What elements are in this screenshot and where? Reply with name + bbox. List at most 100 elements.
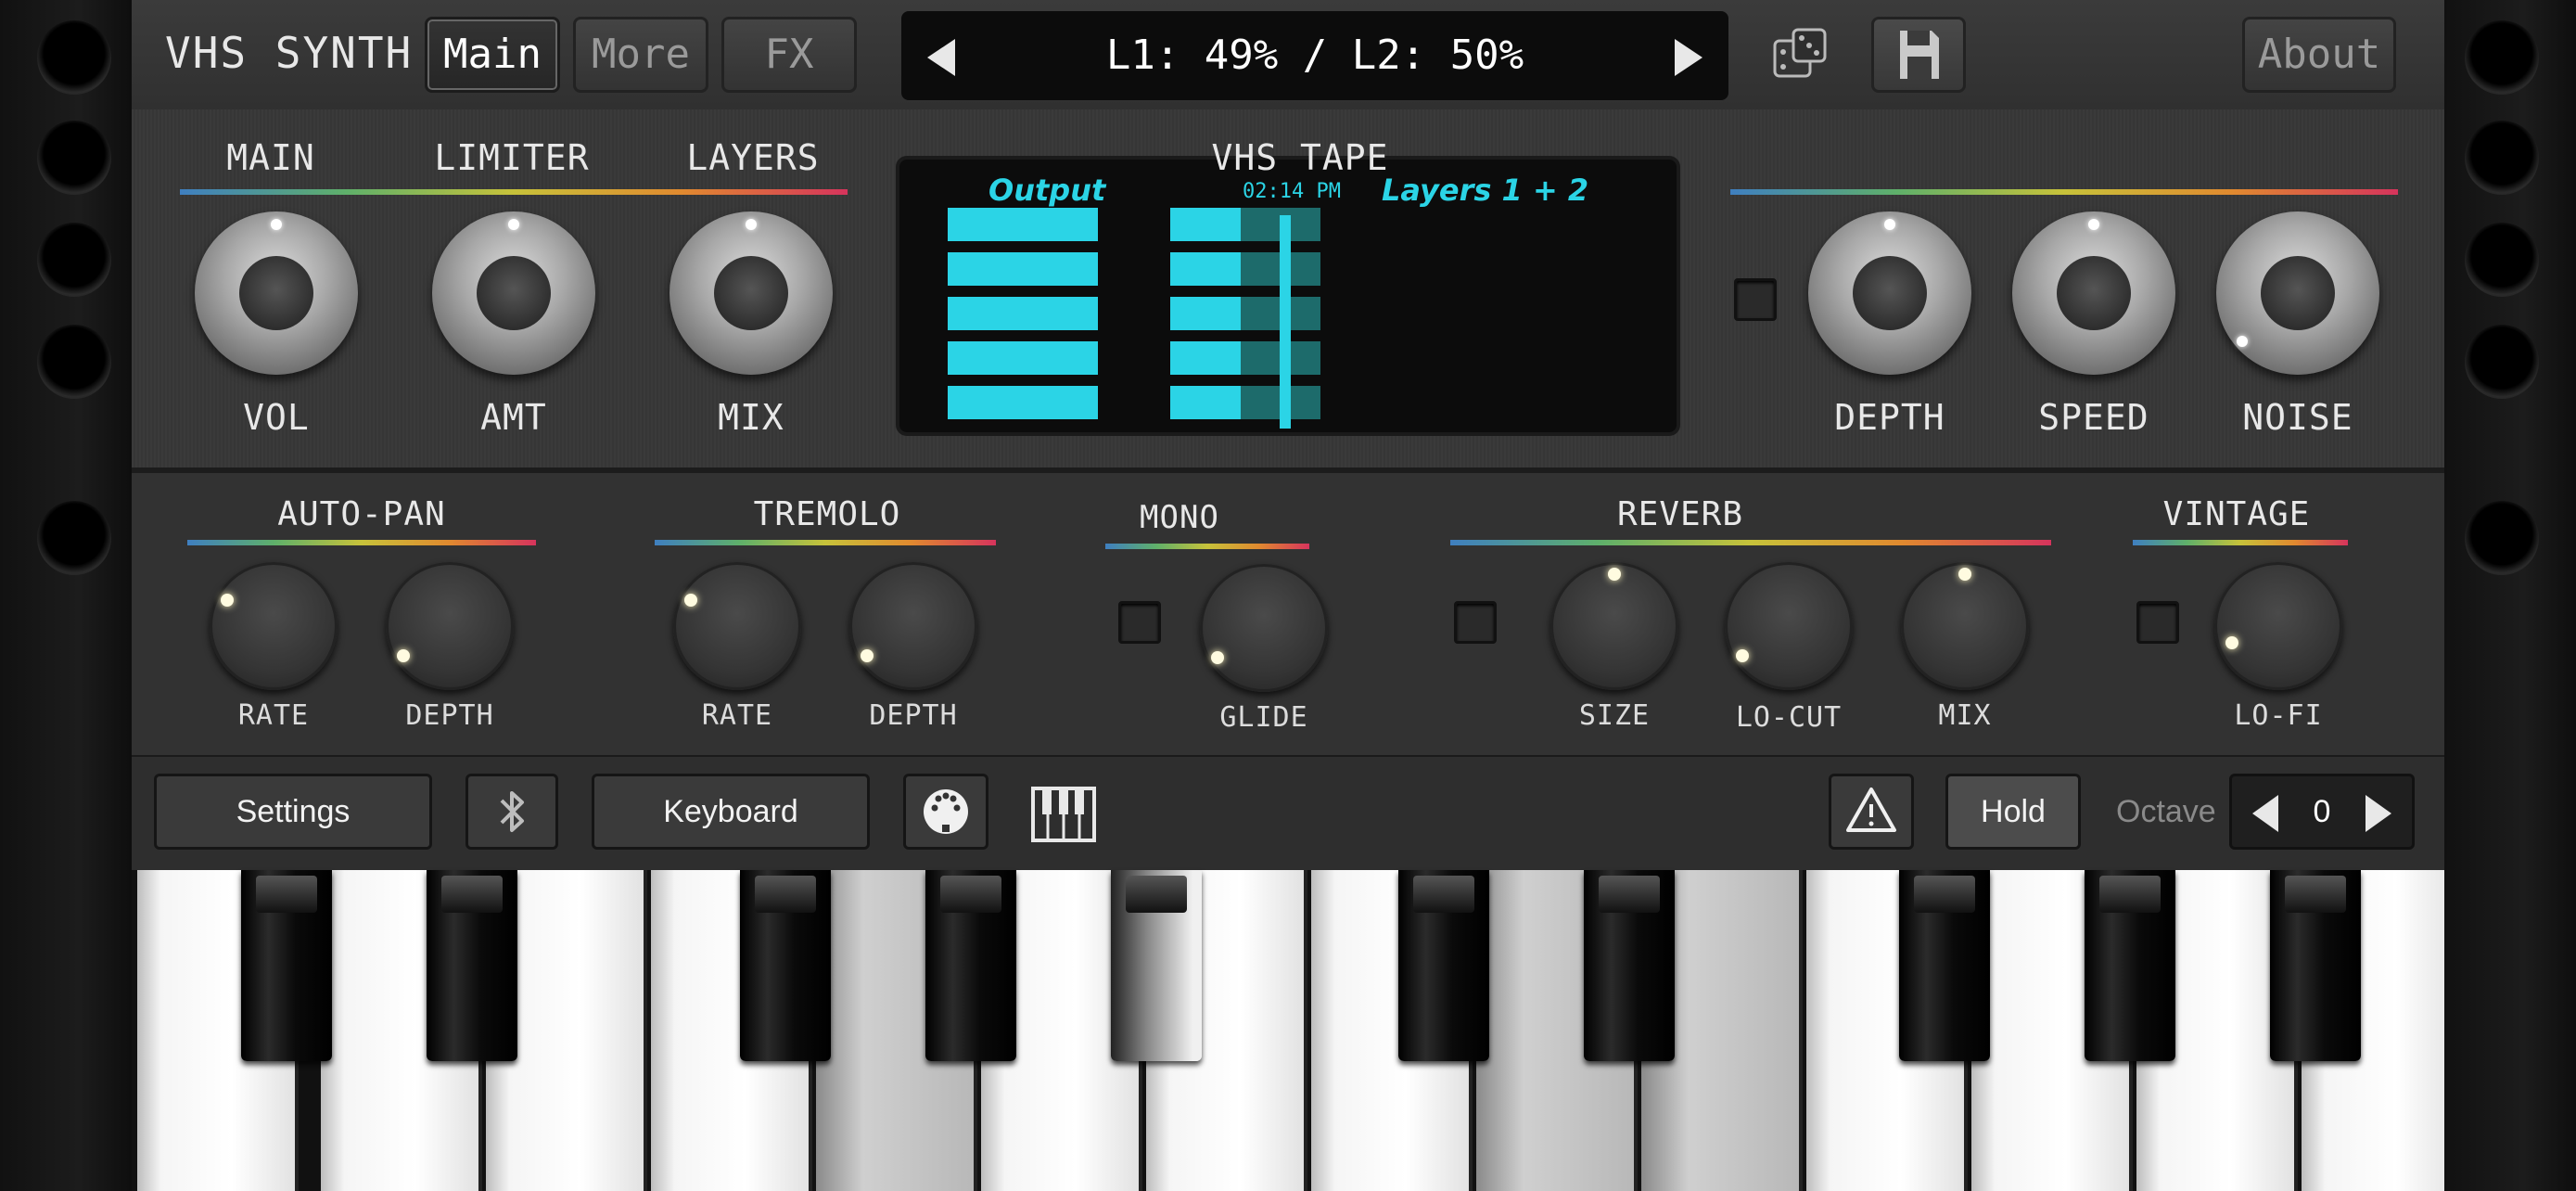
right-bezel: [2444, 0, 2576, 1191]
vol-knob[interactable]: [195, 211, 358, 375]
amt-knob[interactable]: [432, 211, 595, 375]
amt-label: AMT: [480, 397, 547, 438]
depth-label: DEPTH: [1834, 397, 1945, 438]
black-key[interactable]: [1398, 870, 1489, 1061]
octave-stepper: 0: [2229, 774, 2415, 850]
rainbow-divider: [180, 189, 848, 195]
auto-pan-rate-label: RATE: [237, 699, 310, 732]
auto-pan-depth-knob[interactable]: [386, 562, 514, 690]
rainbow-divider: [1450, 540, 2051, 545]
depth-knob[interactable]: [1808, 211, 1971, 375]
hold-button[interactable]: Hold: [1945, 774, 2081, 850]
noise-knob[interactable]: [2216, 211, 2379, 375]
tremolo-rate-label: RATE: [701, 699, 773, 732]
meter-segment: [1170, 386, 1250, 419]
reverb-lo-cut-knob[interactable]: [1725, 562, 1853, 690]
keyboard-button[interactable]: Keyboard: [592, 774, 870, 850]
lo-fi-knob[interactable]: [2214, 562, 2342, 690]
meter-segment: [948, 341, 1027, 375]
tab-main[interactable]: Main: [425, 17, 560, 93]
bezel-hole: [37, 325, 111, 399]
group-label-limiter: LIMITER: [434, 137, 590, 178]
mix-knob[interactable]: [670, 211, 833, 375]
mix-label: MIX: [718, 397, 784, 438]
glide-label: GLIDE: [1219, 701, 1308, 734]
reverb-mix-knob[interactable]: [1901, 562, 2029, 690]
octave-label: Octave: [2116, 794, 2216, 829]
effects-panel: AUTO-PAN RATE DEPTH TREMOLO RATE DEPTH M…: [132, 473, 2444, 758]
black-key[interactable]: [740, 870, 831, 1061]
meter-segment: [948, 208, 1027, 241]
reverb-lo-cut-label: LO-CUT: [1735, 701, 1843, 734]
save-button[interactable]: [1871, 17, 1966, 93]
settings-button[interactable]: Settings: [154, 774, 432, 850]
black-key[interactable]: [2085, 870, 2175, 1061]
meter-divider: [1280, 215, 1291, 429]
black-key[interactable]: [1584, 870, 1675, 1061]
piano-keyboard: [132, 870, 2444, 1191]
tremolo-rate-knob[interactable]: [673, 562, 801, 690]
noise-label: NOISE: [2242, 397, 2353, 438]
left-bezel: [0, 0, 132, 1191]
black-key[interactable]: [1111, 870, 1202, 1061]
level-meter: Output 02:14 PM Layers 1 + 2: [896, 156, 1680, 436]
about-button[interactable]: About: [2242, 17, 2396, 93]
dice-icon[interactable]: [1773, 28, 1827, 82]
black-key[interactable]: [925, 870, 1016, 1061]
vintage-enable-checkbox[interactable]: [2136, 601, 2179, 644]
speed-knob[interactable]: [2012, 211, 2175, 375]
warning-button[interactable]: [1829, 774, 1914, 850]
tab-more[interactable]: More: [573, 17, 708, 93]
preset-next-button[interactable]: [1675, 39, 1702, 76]
tremolo-depth-knob[interactable]: [849, 562, 977, 690]
black-key[interactable]: [2270, 870, 2361, 1061]
speed-label: SPEED: [2038, 397, 2149, 438]
reverb-mix-label: MIX: [1938, 699, 1992, 732]
group-label-auto-pan: AUTO-PAN: [277, 495, 446, 533]
midi-icon: [924, 789, 968, 834]
midi-button[interactable]: [903, 774, 988, 850]
meter-segment: [948, 297, 1027, 330]
meter-segment: [1170, 208, 1250, 241]
black-key[interactable]: [1899, 870, 1990, 1061]
reverb-size-knob[interactable]: [1550, 562, 1678, 690]
piano-icon[interactable]: [1031, 785, 1096, 844]
meter-clock: 02:14 PM: [1243, 180, 1341, 203]
bezel-hole: [37, 501, 111, 575]
meter-segment: [1018, 252, 1098, 286]
group-label-tremolo: TREMOLO: [753, 495, 901, 533]
bluetooth-icon: [500, 791, 524, 832]
bezel-hole: [2465, 223, 2539, 297]
preset-display: L1: 49% / L2: 50%: [901, 11, 1728, 100]
tab-fx[interactable]: FX: [721, 17, 857, 93]
meter-segment: [1170, 297, 1250, 330]
bezel-hole: [2465, 121, 2539, 195]
group-label-layers: LAYERS: [686, 137, 820, 178]
black-key[interactable]: [427, 870, 517, 1061]
octave-up-button[interactable]: [2366, 795, 2391, 832]
black-key[interactable]: [241, 870, 332, 1061]
rainbow-divider: [1730, 189, 2398, 195]
reverb-size-label: SIZE: [1578, 699, 1651, 732]
group-label-mono: MONO: [1140, 499, 1219, 536]
bottom-toolbar: Settings Keyboard Hold Octave 0: [132, 757, 2444, 870]
main-panel: MAIN LIMITER LAYERS VOL AMT MIX Output 0…: [132, 109, 2444, 473]
vhs-tape-enable-checkbox[interactable]: [1734, 278, 1777, 321]
synth-app: VHS SYNTH Main More FX L1: 49% / L2: 50%…: [132, 0, 2444, 1191]
glide-knob[interactable]: [1200, 564, 1328, 692]
auto-pan-rate-knob[interactable]: [210, 562, 338, 690]
mono-enable-checkbox[interactable]: [1118, 601, 1161, 644]
auto-pan-depth-label: DEPTH: [405, 699, 494, 732]
bezel-hole: [37, 20, 111, 95]
meter-segment: [1170, 341, 1250, 375]
meter-segment: [1170, 252, 1250, 286]
rainbow-divider: [187, 540, 536, 545]
preset-prev-button[interactable]: [927, 39, 955, 76]
meter-segment: [948, 386, 1027, 419]
meter-segment: [1018, 208, 1098, 241]
meter-segment: [948, 252, 1027, 286]
rainbow-divider: [1105, 544, 1309, 549]
bluetooth-button[interactable]: [465, 774, 558, 850]
reverb-enable-checkbox[interactable]: [1454, 601, 1497, 644]
rainbow-divider: [2133, 540, 2348, 545]
